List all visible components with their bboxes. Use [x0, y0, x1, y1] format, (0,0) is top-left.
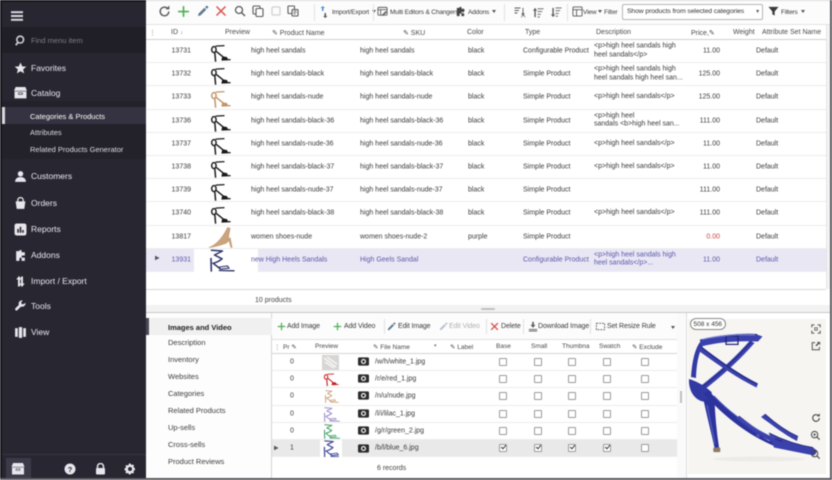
svg-text:?: ?: [68, 465, 73, 474]
